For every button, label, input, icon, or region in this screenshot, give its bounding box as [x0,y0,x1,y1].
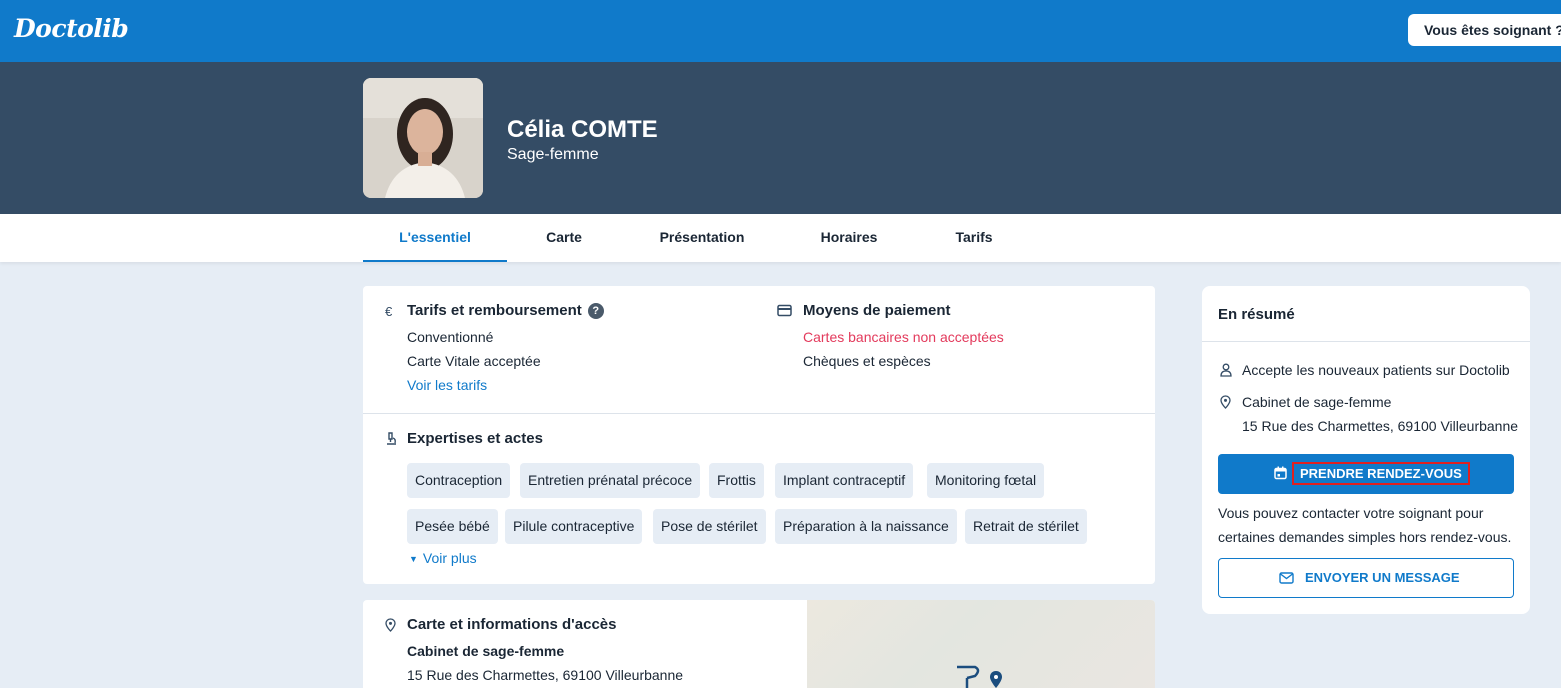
summary-card: En résumé Accepte les nouveaux patients … [1202,286,1530,614]
expertises-title: Expertises et actes [407,430,543,447]
conventionne-text: Conventionné [407,329,494,345]
acces-place: Cabinet de sage-femme [407,643,565,659]
tab-horaires[interactable]: Horaires [800,214,898,262]
tab-essentiel[interactable]: L'essentiel [363,214,507,262]
chip-monitoring-foetal: Monitoring fœtal [927,463,1045,498]
paiement-title: Moyens de paiement [803,302,951,319]
book-appointment-button[interactable]: PRENDRE RENDEZ-VOUS [1218,454,1514,494]
doctor-name: Célia COMTE [507,116,658,143]
summary-address: 15 Rue des Charmettes, 69100 Villeurbann… [1242,418,1519,434]
chip-contraception: Contraception [407,463,511,498]
cheques-especes-text: Chèques et espèces [803,353,931,369]
help-icon[interactable]: ? [587,303,604,319]
chip-entretien-prenatal: Entretien prénatal précoce [520,463,701,498]
user-icon [1220,363,1234,377]
tab-presentation[interactable]: Présentation [642,214,762,262]
euro-icon: € [385,304,393,319]
book-appointment-label: PRENDRE RENDEZ-VOUS [1292,462,1470,485]
essential-info-card: € Tarifs et remboursement? Conventionné … [363,286,1155,584]
new-patients-text: Accepte les nouveaux patients sur Doctol… [1242,362,1510,378]
card-icon [777,304,792,318]
doctor-specialty: Sage-femme [507,146,599,163]
chip-pilule-contraceptive: Pilule contraceptive [505,509,643,544]
tab-tarifs[interactable]: Tarifs [934,214,1014,262]
summary-place: Cabinet de sage-femme [1242,394,1392,410]
chip-frottis: Frottis [709,463,764,498]
doctolib-logo[interactable]: Doctolib [14,14,129,43]
acces-title: Carte et informations d'accès [407,616,617,633]
acces-address: 15 Rue des Charmettes, 69100 Villeurbann… [407,667,684,683]
summary-title: En résumé [1218,306,1295,323]
calendar-icon [1274,466,1287,483]
chip-pesee-bebe: Pesée bébé [407,509,498,544]
mail-icon [1279,572,1294,587]
location-icon [1220,395,1234,409]
map[interactable] [807,600,1155,688]
cartes-non-acceptees-text: Cartes bancaires non acceptées [803,329,1004,345]
carte-vitale-text: Carte Vitale acceptée [407,353,541,369]
contact-text-line2: certaines demandes simples hors rendez-v… [1218,529,1512,545]
access-info-card: Carte et informations d'accès Cabinet de… [363,600,1155,688]
tarifs-title-text: Tarifs et remboursement [407,302,582,319]
section-divider [363,413,1155,414]
contact-text-line1: Vous pouvez contacter votre soignant pou… [1218,505,1484,521]
send-message-label: ENVOYER UN MESSAGE [1305,570,1460,585]
tarifs-title: Tarifs et remboursement? [407,302,604,319]
pin-icon [385,618,399,632]
voir-plus-link[interactable]: ▼ Voir plus [409,550,477,566]
top-navbar: Doctolib Vous êtes soignant ? [0,0,1561,62]
chip-retrait-sterilet: Retrait de stérilet [965,509,1087,544]
chip-preparation-naissance: Préparation à la naissance [775,509,957,544]
voir-tarifs-link[interactable]: Voir les tarifs [407,377,487,393]
professional-button[interactable]: Vous êtes soignant ? [1408,14,1561,46]
microscope-icon [385,432,399,446]
voir-plus-text: Voir plus [422,550,477,566]
tab-carte[interactable]: Carte [522,214,606,262]
send-message-button[interactable]: ENVOYER UN MESSAGE [1218,558,1514,598]
profile-header: Célia COMTE Sage-femme [0,62,1561,214]
doctor-photo [363,78,483,198]
caret-down-icon: ▼ [409,554,418,564]
chip-pose-sterilet: Pose de stérilet [653,509,766,544]
profile-tabs: L'essentiel Carte Présentation Horaires … [0,214,1561,262]
chip-implant-contraceptif: Implant contraceptif [775,463,914,498]
summary-divider [1202,341,1530,342]
